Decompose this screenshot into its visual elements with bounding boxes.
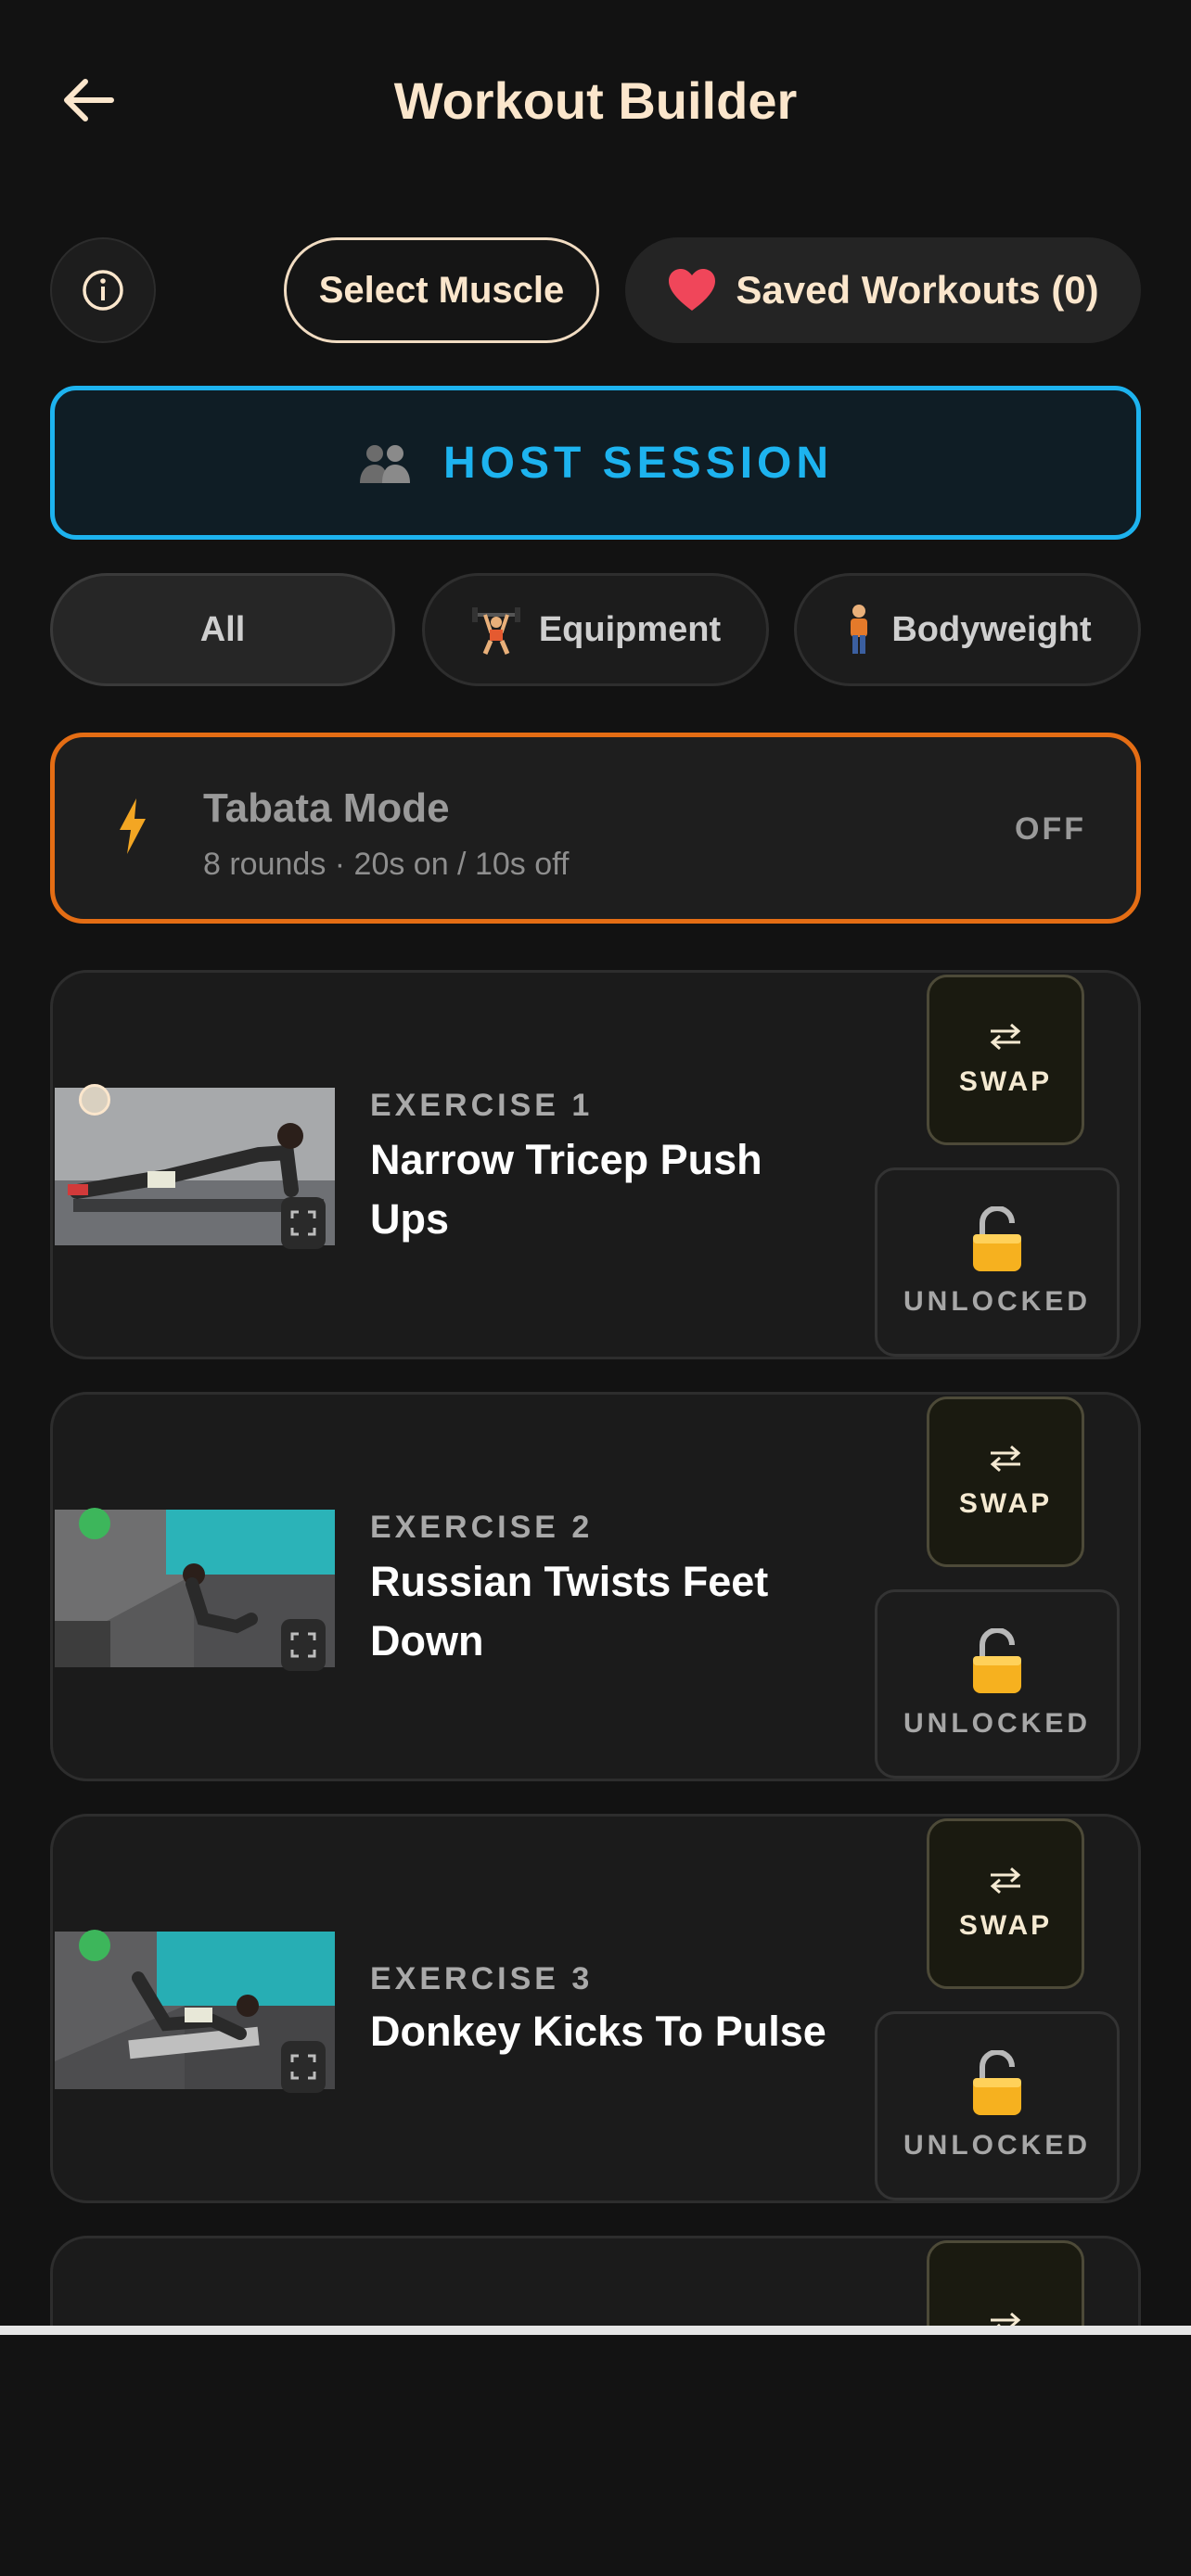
bottom-divider [0, 2326, 1191, 2335]
host-session-label: HOST SESSION [442, 438, 834, 488]
tabata-mode-toggle[interactable]: Tabata Mode 8 rounds · 20s on / 10s off … [50, 733, 1141, 924]
lock-toggle[interactable]: UNLOCKED [875, 1167, 1120, 1357]
lock-label: UNLOCKED [903, 1286, 1091, 1317]
swap-button[interactable]: SWAP [927, 1396, 1084, 1567]
info-button[interactable] [50, 237, 156, 343]
filter-equipment-label: Equipment [538, 609, 722, 649]
unlocked-padlock-icon [973, 2050, 1021, 2115]
tabata-subtitle: 8 rounds · 20s on / 10s off [203, 847, 570, 882]
swap-button[interactable]: SWAP [927, 1818, 1084, 1989]
filter-equipment[interactable]: Equipment [422, 573, 769, 686]
exercise-number: EXERCISE 1 [370, 1088, 594, 1123]
page-title: Workout Builder [393, 71, 798, 130]
filter-all-label: All [199, 609, 246, 649]
select-muscle-label: Select Muscle [318, 269, 565, 311]
swap-label: SWAP [958, 1488, 1053, 1519]
expand-icon [290, 1632, 316, 1658]
status-dot [79, 1508, 110, 1539]
host-session-button[interactable]: HOST SESSION [50, 386, 1141, 540]
filter-all[interactable]: All [50, 573, 395, 686]
exercise-card[interactable]: EXERCISE 2 Russian Twists Feet Down SWAP… [50, 1392, 1141, 1781]
weightlifter-icon [471, 607, 520, 655]
exercise-number: EXERCISE 3 [370, 1961, 594, 1996]
expand-button[interactable] [281, 1619, 326, 1671]
swap-arrows-icon [990, 1445, 1021, 1473]
filter-bodyweight[interactable]: Bodyweight [794, 573, 1141, 686]
expand-icon [290, 1210, 316, 1236]
exercise-card[interactable]: EXERCISE 3 Donkey Kicks To Pulse SWAP UN… [50, 1814, 1141, 2203]
lock-toggle[interactable]: UNLOCKED [875, 1589, 1120, 1779]
swap-arrows-icon [990, 1023, 1021, 1051]
lock-toggle[interactable]: UNLOCKED [875, 2011, 1120, 2200]
expand-button[interactable] [281, 2041, 326, 2093]
expand-icon [290, 2054, 316, 2080]
lightning-icon [120, 798, 146, 854]
unlocked-padlock-icon [973, 1206, 1021, 1271]
exercise-name: Narrow Tricep Push Ups [370, 1136, 762, 1243]
saved-workouts-button[interactable]: Saved Workouts (0) [625, 237, 1141, 343]
person-standing-icon [851, 605, 868, 654]
lock-label: UNLOCKED [903, 1708, 1091, 1739]
saved-workouts-label: Saved Workouts (0) [736, 268, 1099, 312]
exercise-name: Donkey Kicks To Pulse [370, 2008, 826, 2055]
exercise-name: Russian Twists Feet Down [370, 1558, 769, 1664]
info-icon [83, 270, 123, 311]
exercise-number: EXERCISE 2 [370, 1510, 594, 1545]
unlocked-padlock-icon [973, 1628, 1021, 1693]
tabata-title: Tabata Mode [203, 785, 450, 831]
swap-label: SWAP [958, 1910, 1053, 1941]
select-muscle-button[interactable]: Select Muscle [284, 237, 599, 343]
status-dot [79, 1084, 110, 1116]
lock-label: UNLOCKED [903, 2130, 1091, 2161]
bottom-area [0, 2335, 1191, 2576]
swap-label: SWAP [958, 1066, 1053, 1097]
status-dot [79, 1930, 110, 1961]
heart-icon [669, 269, 716, 311]
tabata-state: OFF [1015, 811, 1086, 847]
expand-button[interactable] [281, 1197, 326, 1249]
swap-arrows-icon [990, 1867, 1021, 1894]
filter-bodyweight-label: Bodyweight [891, 609, 1092, 649]
swap-button[interactable]: SWAP [927, 975, 1084, 1145]
exercise-card[interactable]: EXERCISE 1 Narrow Tricep Push Ups SWAP U… [50, 970, 1141, 1359]
people-icon [359, 445, 410, 483]
